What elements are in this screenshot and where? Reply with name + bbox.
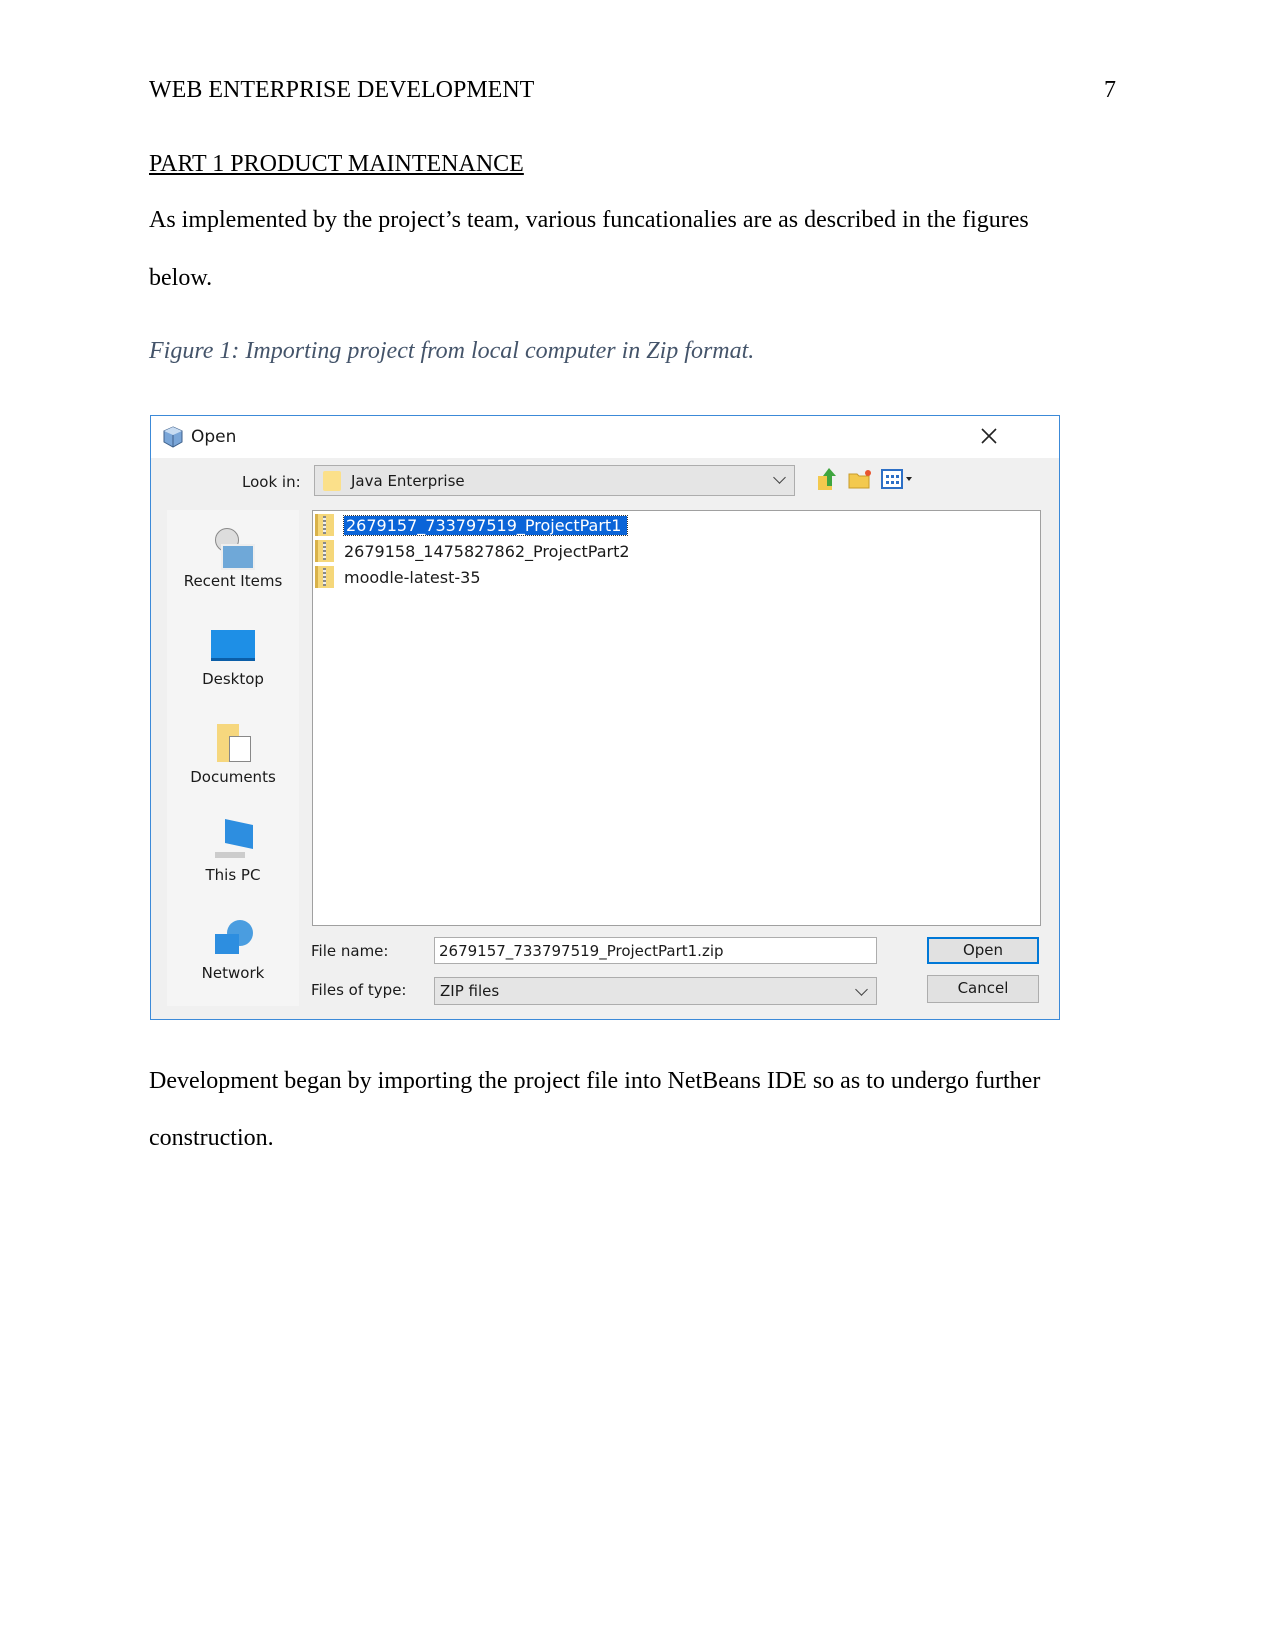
- place-this-pc[interactable]: This PC: [167, 819, 299, 884]
- outro-line-2: construction.: [149, 1125, 274, 1151]
- chevron-down-icon: [773, 471, 786, 484]
- recent-items-icon: [211, 528, 255, 570]
- intro-line-1: As implemented by the project’s team, va…: [149, 207, 1029, 233]
- file-type-label: Files of type:: [311, 981, 407, 999]
- file-name: moodle-latest-35: [344, 567, 481, 587]
- file-name: 2679158_1475827862_ProjectPart2: [344, 541, 630, 561]
- look-in-dropdown[interactable]: Java Enterprise: [314, 465, 795, 496]
- place-label: Desktop: [202, 670, 264, 688]
- folder-icon: [323, 470, 341, 491]
- file-name-input[interactable]: 2679157_733797519_ProjectPart1.zip: [434, 937, 877, 964]
- dialog-title: Open: [191, 427, 237, 447]
- file-item[interactable]: 2679158_1475827862_ProjectPart2: [315, 539, 630, 563]
- desktop-icon: [211, 626, 255, 666]
- close-icon[interactable]: [979, 426, 999, 446]
- places-bar: Recent Items Desktop Documents This PC N…: [167, 510, 299, 1006]
- place-network[interactable]: Network: [167, 920, 299, 982]
- place-label: Documents: [190, 768, 276, 786]
- look-in-value: Java Enterprise: [351, 471, 465, 490]
- zip-folder-icon: [315, 566, 334, 588]
- place-documents[interactable]: Documents: [167, 724, 299, 786]
- figure-caption: Figure 1: Importing project from local c…: [149, 338, 755, 364]
- up-folder-icon[interactable]: [815, 466, 839, 492]
- outro-line-1: Development began by importing the proje…: [149, 1068, 1041, 1094]
- place-label: Recent Items: [183, 572, 283, 590]
- file-item[interactable]: 2679157_733797519_ProjectPart1: [315, 513, 629, 537]
- file-name-value: 2679157_733797519_ProjectPart1.zip: [439, 941, 724, 960]
- file-list[interactable]: 2679157_733797519_ProjectPart1 2679158_1…: [312, 510, 1041, 926]
- file-name: 2679157_733797519_ProjectPart1: [342, 514, 629, 536]
- file-name-label: File name:: [311, 942, 389, 960]
- documents-icon: [211, 724, 255, 764]
- intro-line-2: below.: [149, 265, 213, 291]
- title-bar: Open: [151, 416, 1059, 458]
- place-recent-items[interactable]: Recent Items: [167, 528, 299, 590]
- look-in-label: Look in:: [242, 473, 301, 491]
- place-label: Network: [201, 964, 265, 982]
- zip-folder-icon: [315, 514, 334, 536]
- section-heading: PART 1 PRODUCT MAINTENANCE: [149, 151, 524, 177]
- place-label: This PC: [205, 866, 261, 884]
- file-item[interactable]: moodle-latest-35: [315, 565, 481, 589]
- cancel-button[interactable]: Cancel: [927, 975, 1039, 1003]
- page-number: 7: [1104, 77, 1116, 103]
- app-cube-icon: [163, 426, 183, 448]
- zip-folder-icon: [315, 540, 334, 562]
- file-type-value: ZIP files: [440, 982, 500, 1000]
- open-button[interactable]: Open: [927, 937, 1039, 964]
- open-file-dialog: Open Look in: Java Enterprise Recent Ite…: [150, 415, 1060, 1020]
- view-menu-icon[interactable]: [881, 468, 917, 490]
- new-folder-icon[interactable]: [847, 468, 873, 490]
- file-type-dropdown[interactable]: ZIP files: [434, 977, 877, 1005]
- running-head: WEB ENTERPRISE DEVELOPMENT: [149, 77, 535, 103]
- place-desktop[interactable]: Desktop: [167, 626, 299, 688]
- network-icon: [211, 920, 255, 960]
- chevron-down-icon: [855, 983, 868, 996]
- this-pc-icon: [211, 819, 255, 862]
